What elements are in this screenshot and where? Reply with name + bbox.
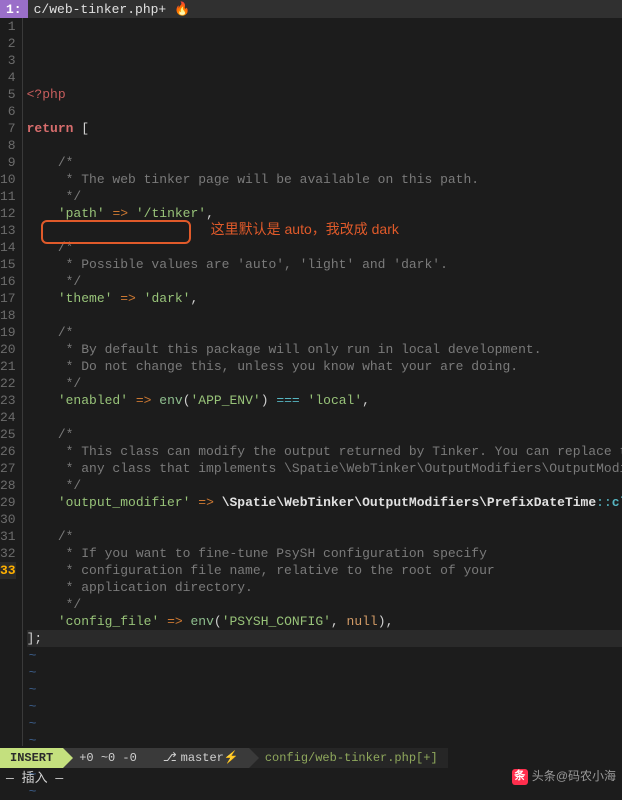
code-line[interactable]: * If you want to fine-tune PsySH configu… — [27, 545, 622, 562]
code-line[interactable]: * application directory. — [27, 579, 622, 596]
branch-icon: ⎇ — [163, 750, 177, 767]
line-number: 18 — [0, 307, 16, 324]
status-git-branch: ⎇ master⚡ — [147, 748, 249, 768]
code-line[interactable]: /* — [27, 154, 622, 171]
code-line[interactable] — [27, 511, 622, 528]
code-line[interactable]: ]; — [27, 630, 622, 647]
line-number: 26 — [0, 443, 16, 460]
line-number-gutter: 1234567891011121314151617181920212223242… — [0, 18, 23, 746]
code-line[interactable]: */ — [27, 188, 622, 205]
empty-tilde-line: ~ — [27, 783, 622, 800]
code-line[interactable]: 'enabled' => env('APP_ENV') === 'local', — [27, 392, 622, 409]
line-number: 10 — [0, 171, 16, 188]
line-number: 17 — [0, 290, 16, 307]
code-line[interactable]: * any class that implements \Spatie\WebT… — [27, 460, 622, 477]
line-number: 14 — [0, 239, 16, 256]
line-number: 16 — [0, 273, 16, 290]
line-number: 9 — [0, 154, 16, 171]
code-line[interactable]: 'config_file' => env('PSYSH_CONFIG', nul… — [27, 613, 622, 630]
code-line[interactable]: * By default this package will only run … — [27, 341, 622, 358]
line-number: 24 — [0, 409, 16, 426]
code-line[interactable]: 'output_modifier' => \Spatie\WebTinker\O… — [27, 494, 622, 511]
code-line[interactable]: */ — [27, 596, 622, 613]
code-line[interactable]: /* — [27, 324, 622, 341]
line-number: 7 — [0, 120, 16, 137]
line-number: 13 — [0, 222, 16, 239]
line-number: 29 — [0, 494, 16, 511]
line-number: 23 — [0, 392, 16, 409]
line-number: 11 — [0, 188, 16, 205]
code-line[interactable] — [27, 137, 622, 154]
code-line[interactable]: */ — [27, 477, 622, 494]
line-number: 3 — [0, 52, 16, 69]
line-number: 8 — [0, 137, 16, 154]
code-line[interactable]: /* — [27, 426, 622, 443]
line-number: 6 — [0, 103, 16, 120]
annotation-text: 这里默认是 auto，我改成 dark — [211, 221, 399, 238]
code-line[interactable]: /* — [27, 528, 622, 545]
watermark: 条 头条 @码农小海 — [512, 768, 616, 785]
code-line[interactable]: */ — [27, 273, 622, 290]
line-number: 30 — [0, 511, 16, 528]
code-line[interactable]: return [ — [27, 120, 622, 137]
empty-tilde-line: ~ — [27, 715, 622, 732]
code-line[interactable]: 'theme' => 'dark', — [27, 290, 622, 307]
code-line[interactable]: * This class can modify the output retur… — [27, 443, 622, 460]
code-line[interactable]: /* — [27, 239, 622, 256]
line-number: 1 — [0, 18, 16, 35]
line-number: 22 — [0, 375, 16, 392]
code-line[interactable]: * Possible values are 'auto', 'light' an… — [27, 256, 622, 273]
code-line[interactable]: <?php — [27, 86, 622, 103]
status-mode: INSERT — [0, 748, 63, 768]
code-line[interactable]: * The web tinker page will be available … — [27, 171, 622, 188]
line-number: 33 — [0, 562, 16, 579]
line-number: 28 — [0, 477, 16, 494]
line-number: 4 — [0, 69, 16, 86]
code-content[interactable]: 这里默认是 auto，我改成 dark <?php return [ /* * T… — [23, 18, 622, 746]
code-line[interactable] — [27, 307, 622, 324]
tab-bar: 1: c/web-tinker.php+ 🔥 — [0, 0, 622, 18]
watermark-suffix: @码农小海 — [556, 768, 616, 785]
line-number: 15 — [0, 256, 16, 273]
empty-tilde-line: ~ — [27, 732, 622, 749]
line-number: 25 — [0, 426, 16, 443]
editor-area[interactable]: 1234567891011121314151617181920212223242… — [0, 18, 622, 746]
line-number: 12 — [0, 205, 16, 222]
line-number: 32 — [0, 545, 16, 562]
line-number: 31 — [0, 528, 16, 545]
line-number: 2 — [0, 35, 16, 52]
tab-index[interactable]: 1: — [0, 0, 28, 18]
empty-tilde-line: ~ — [27, 647, 622, 664]
empty-tilde-line: ~ — [27, 698, 622, 715]
status-file-path: config/web-tinker.php[+] — [249, 748, 448, 768]
code-line[interactable]: 'path' => '/tinker', — [27, 205, 622, 222]
code-line[interactable]: * Do not change this, unless you know wh… — [27, 358, 622, 375]
watermark-logo-icon: 条 — [512, 769, 528, 785]
code-line[interactable]: */ — [27, 375, 622, 392]
code-line[interactable]: * configuration file name, relative to t… — [27, 562, 622, 579]
line-number: 20 — [0, 341, 16, 358]
status-git-diff: +0 ~0 -0 — [63, 748, 147, 768]
line-number: 27 — [0, 460, 16, 477]
branch-name: master⚡ — [181, 750, 239, 767]
watermark-prefix: 头条 — [532, 768, 556, 785]
flame-icon: 🔥 — [172, 1, 190, 18]
line-number: 19 — [0, 324, 16, 341]
code-line[interactable] — [27, 409, 622, 426]
empty-tilde-line: ~ — [27, 681, 622, 698]
line-number: 21 — [0, 358, 16, 375]
code-line[interactable] — [27, 103, 622, 120]
tab-filename[interactable]: c/web-tinker.php+ — [28, 1, 173, 18]
empty-tilde-line: ~ — [27, 664, 622, 681]
line-number: 5 — [0, 86, 16, 103]
